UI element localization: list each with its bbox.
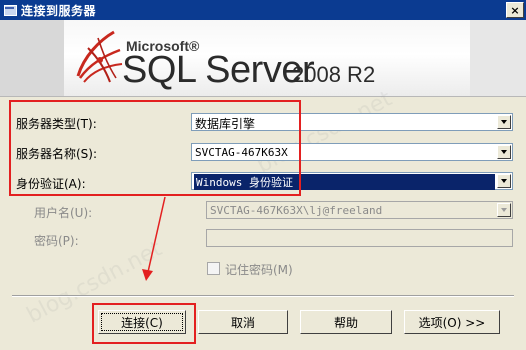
connect-to-server-dialog: 连接到服务器 × Microsoft® SQL Server 2008 R2 b…: [0, 0, 526, 350]
annotation-arrow-icon: [142, 196, 166, 281]
